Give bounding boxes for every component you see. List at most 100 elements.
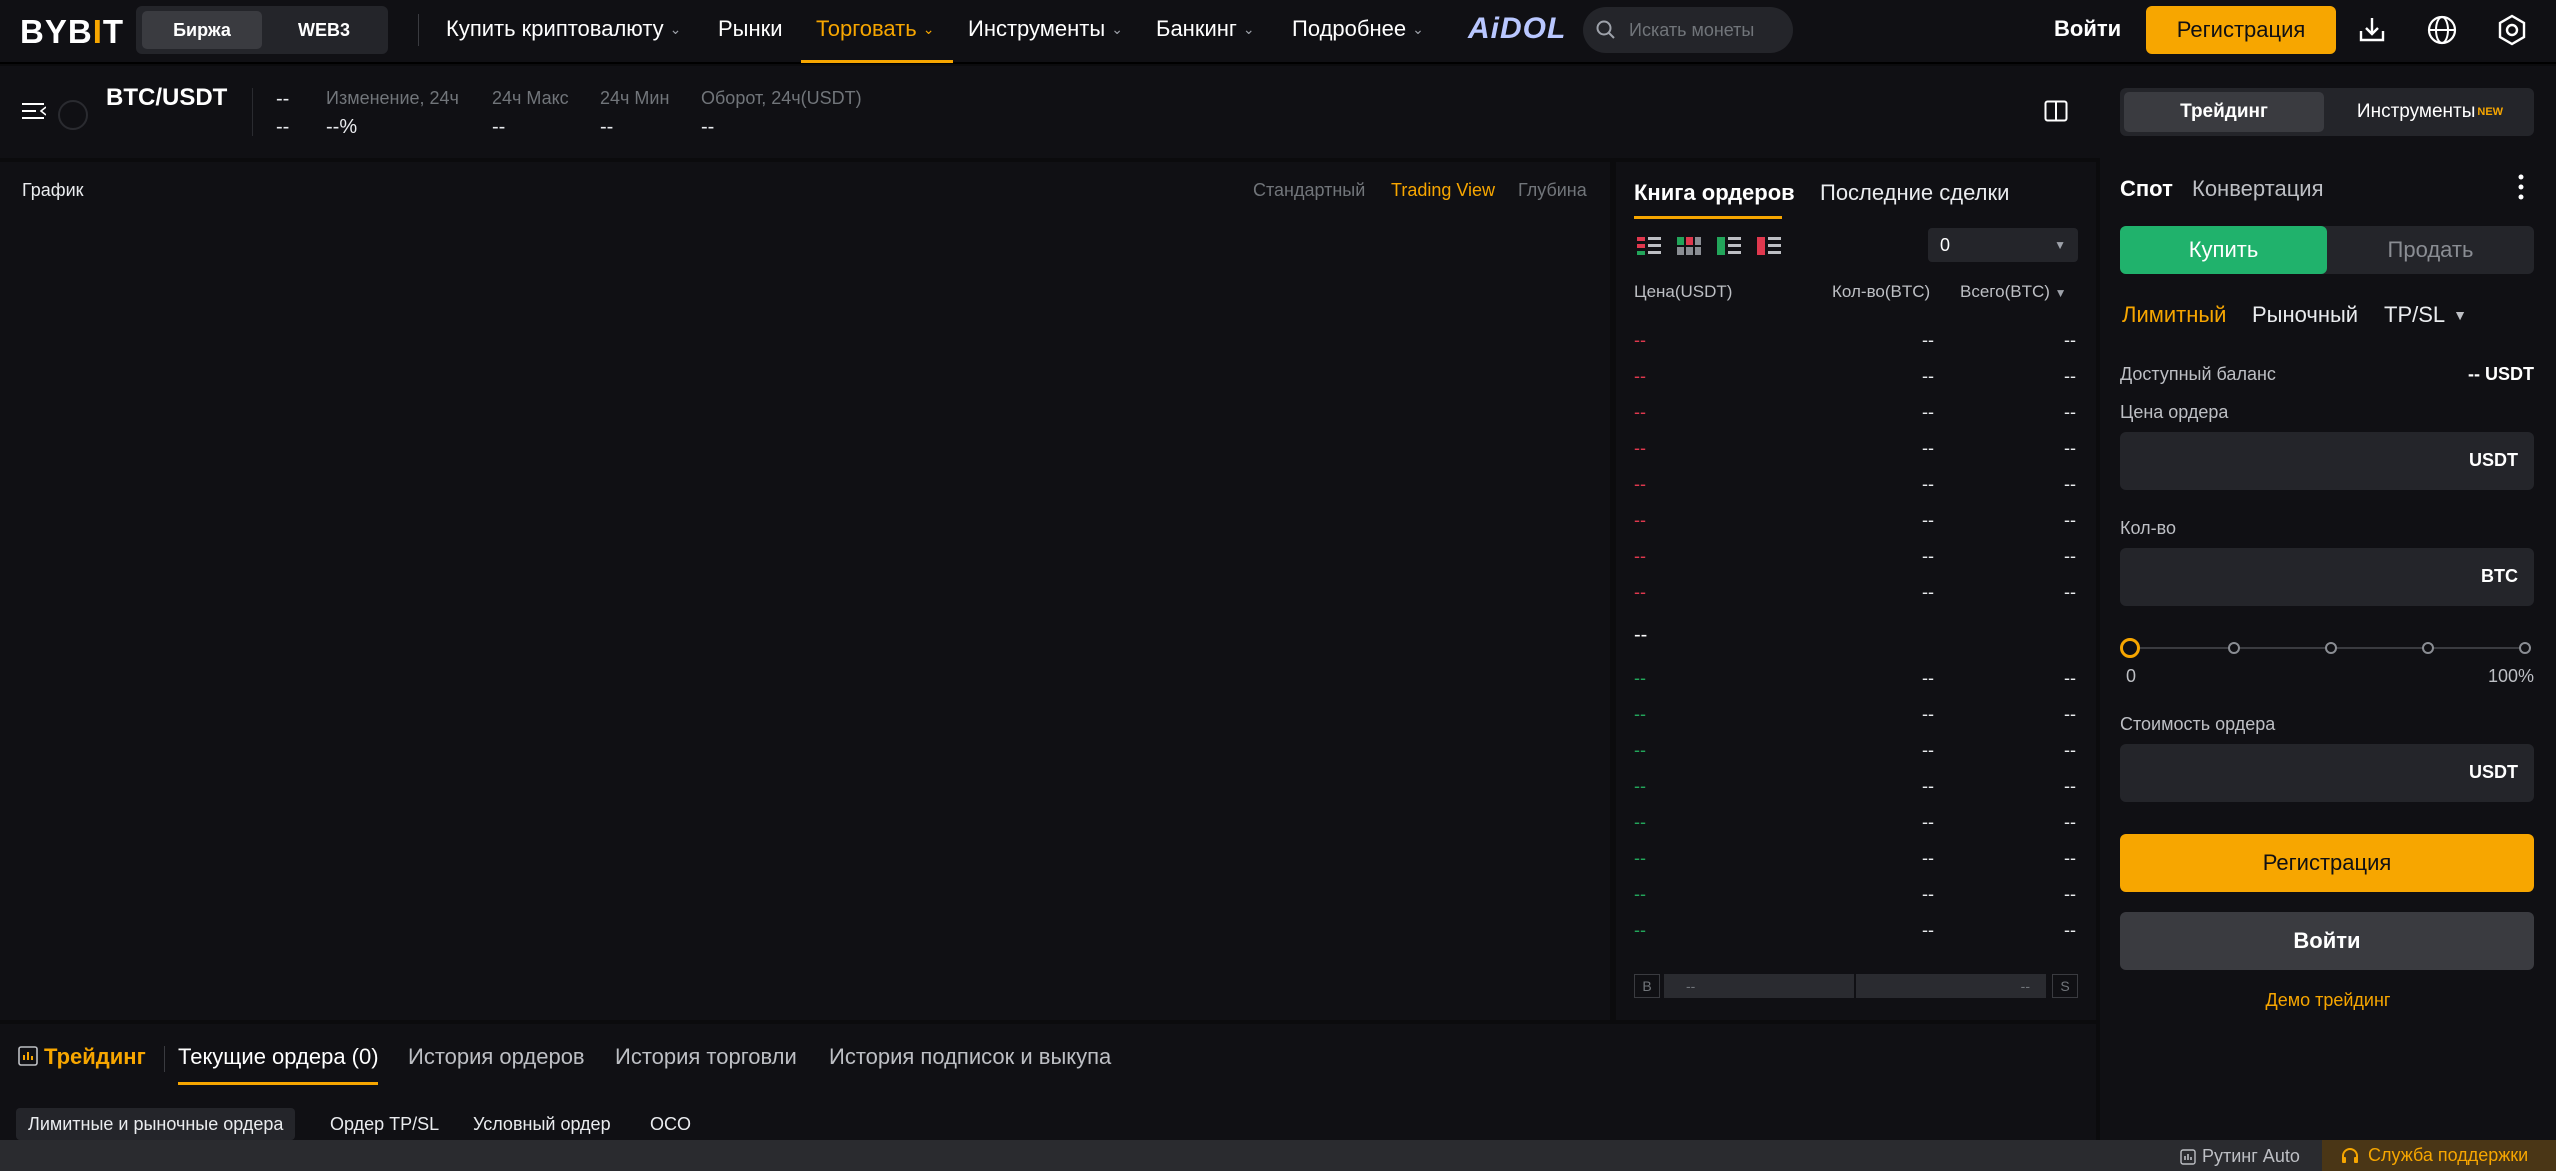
- chart-mode-standard[interactable]: Стандартный: [1253, 180, 1365, 201]
- book-total: --: [2064, 330, 2076, 350]
- nav-markets[interactable]: Рынки: [718, 16, 783, 42]
- book-row[interactable]: -- -- --: [1634, 776, 2076, 798]
- routing-status[interactable]: Рутинг Auto: [2180, 1146, 2300, 1167]
- tab-order-history[interactable]: История ордеров: [408, 1044, 585, 1070]
- book-row[interactable]: -- -- --: [1634, 920, 2076, 942]
- book-row[interactable]: -- -- --: [1634, 884, 2076, 906]
- precision-select[interactable]: 0 ▼: [1928, 228, 2078, 262]
- search-icon: [1596, 20, 1615, 39]
- slider-mark-100[interactable]: [2519, 642, 2531, 654]
- book-row[interactable]: -- -- --: [1634, 474, 2076, 496]
- book-row[interactable]: -- -- --: [1634, 330, 2076, 352]
- change-value: --%: [326, 116, 358, 138]
- demo-trading-link[interactable]: Демо трейдинг: [2100, 990, 2556, 1011]
- layout-icon[interactable]: [2044, 100, 2068, 127]
- bybit-logo[interactable]: BYBIT: [20, 13, 124, 51]
- tab-trading-label: Трейдинг: [44, 1044, 146, 1069]
- coin-search[interactable]: [1583, 7, 1793, 53]
- more-options-icon[interactable]: [2518, 174, 2524, 205]
- mode-tools-button[interactable]: Инструменты NEW: [2330, 92, 2530, 132]
- subtab-tpsl[interactable]: Ордер TP/SL: [330, 1108, 439, 1140]
- support-button[interactable]: Служба поддержки: [2322, 1140, 2556, 1171]
- tab-convert[interactable]: Конвертация: [2192, 176, 2324, 202]
- tab-spot[interactable]: Спот: [2120, 176, 2173, 202]
- form-login-button[interactable]: Войти: [2120, 912, 2534, 970]
- chart-panel[interactable]: График Стандартный Trading View Глубина: [0, 162, 1610, 1020]
- book-row[interactable]: -- -- --: [1634, 366, 2076, 388]
- exchange-button[interactable]: Биржа: [142, 11, 262, 49]
- cost-field[interactable]: USDT: [2120, 744, 2534, 802]
- price-field[interactable]: USDT: [2120, 432, 2534, 490]
- nav-banking[interactable]: Банкинг ⌄: [1156, 16, 1255, 42]
- globe-icon[interactable]: [2424, 12, 2460, 48]
- web3-button[interactable]: WEB3: [266, 11, 382, 49]
- price-input[interactable]: [2134, 432, 2434, 490]
- amount-slider[interactable]: [2120, 638, 2534, 658]
- low-value: --: [600, 116, 614, 138]
- form-register-button[interactable]: Регистрация: [2120, 834, 2534, 892]
- aidol-logo[interactable]: AiDOL: [1468, 12, 1566, 46]
- subtab-limit-market[interactable]: Лимитные и рыночные ордера: [16, 1108, 296, 1140]
- order-type-tpsl[interactable]: TP/SL ▼: [2384, 302, 2467, 328]
- book-row[interactable]: -- -- --: [1634, 438, 2076, 460]
- subtab-oco[interactable]: OCO: [650, 1108, 691, 1140]
- nav-active-underline: [801, 60, 953, 63]
- subtab-conditional[interactable]: Условный ордер: [473, 1108, 611, 1140]
- mode-trading-button[interactable]: Трейдинг: [2124, 92, 2324, 132]
- cost-input[interactable]: [2134, 744, 2434, 802]
- slider-handle[interactable]: [2120, 638, 2140, 658]
- book-qty: --: [1922, 884, 1934, 904]
- book-row[interactable]: -- -- --: [1634, 402, 2076, 424]
- book-price: --: [1634, 812, 1646, 832]
- nav-tools[interactable]: Инструменты ⌄: [968, 16, 1123, 42]
- order-type-market[interactable]: Рыночный: [2252, 302, 2358, 328]
- tab-trade-history[interactable]: История торговли: [615, 1044, 797, 1070]
- chart-mode-tradingview[interactable]: Trading View: [1391, 180, 1495, 201]
- book-total: --: [2064, 474, 2076, 494]
- slider-mark-50[interactable]: [2325, 642, 2337, 654]
- search-input[interactable]: [1629, 19, 1779, 41]
- slider-mark-25[interactable]: [2228, 642, 2240, 654]
- order-form-panel: Трейдинг Инструменты NEW Спот Конвертация…: [2100, 66, 2556, 1140]
- last-price: --: [276, 88, 290, 110]
- buy-tab[interactable]: Купить: [2120, 226, 2327, 274]
- book-row[interactable]: -- -- --: [1634, 812, 2076, 834]
- book-row[interactable]: -- -- --: [1634, 668, 2076, 690]
- nav-more[interactable]: Подробнее ⌄: [1292, 16, 1424, 42]
- book-row[interactable]: -- -- --: [1634, 704, 2076, 726]
- menu-icon[interactable]: [22, 102, 47, 127]
- book-row[interactable]: -- -- --: [1634, 582, 2076, 604]
- qty-unit: BTC: [2481, 566, 2518, 586]
- header-login-button[interactable]: Войти: [2054, 16, 2121, 42]
- trading-pair[interactable]: BTC/USDT: [106, 84, 227, 112]
- mid-price: --: [1634, 624, 1648, 646]
- tab-trading[interactable]: Трейдинг: [18, 1044, 146, 1070]
- nav-buy-crypto[interactable]: Купить криптовалюту ⌄: [446, 16, 681, 42]
- download-icon[interactable]: [2354, 12, 2390, 48]
- slider-mark-75[interactable]: [2422, 642, 2434, 654]
- book-qty: --: [1922, 668, 1934, 688]
- view-grid-icon[interactable]: [1676, 235, 1702, 257]
- view-asks-icon[interactable]: [1756, 235, 1782, 257]
- book-row[interactable]: -- -- --: [1634, 740, 2076, 762]
- tab-open-orders[interactable]: Текущие ордера (0): [178, 1044, 379, 1070]
- tab-order-book[interactable]: Книга ордеров: [1634, 180, 1795, 206]
- top-header: BYBIT Биржа WEB3 Купить криптовалюту ⌄ Ры…: [0, 0, 2556, 64]
- qty-input[interactable]: [2134, 548, 2434, 606]
- order-type-limit[interactable]: Лимитный: [2122, 302, 2226, 328]
- book-row[interactable]: -- -- --: [1634, 848, 2076, 870]
- chart-mode-depth[interactable]: Глубина: [1518, 180, 1587, 201]
- new-badge: NEW: [2477, 106, 2504, 118]
- tab-recent-trades[interactable]: Последние сделки: [1820, 180, 2009, 206]
- header-register-button[interactable]: Регистрация: [2146, 6, 2336, 54]
- book-row[interactable]: -- -- --: [1634, 510, 2076, 532]
- book-row[interactable]: -- -- --: [1634, 546, 2076, 568]
- col-total-header[interactable]: Всего(BTC) ▼: [1960, 282, 2067, 302]
- settings-icon[interactable]: [2494, 12, 2530, 48]
- sell-tab[interactable]: Продать: [2327, 226, 2534, 274]
- view-bids-icon[interactable]: [1716, 235, 1742, 257]
- qty-field[interactable]: BTC: [2120, 548, 2534, 606]
- tab-subscription-history[interactable]: История подписок и выкупа: [829, 1044, 1111, 1070]
- view-both-icon[interactable]: [1636, 235, 1662, 257]
- nav-trade[interactable]: Торговать ⌄: [816, 16, 934, 42]
